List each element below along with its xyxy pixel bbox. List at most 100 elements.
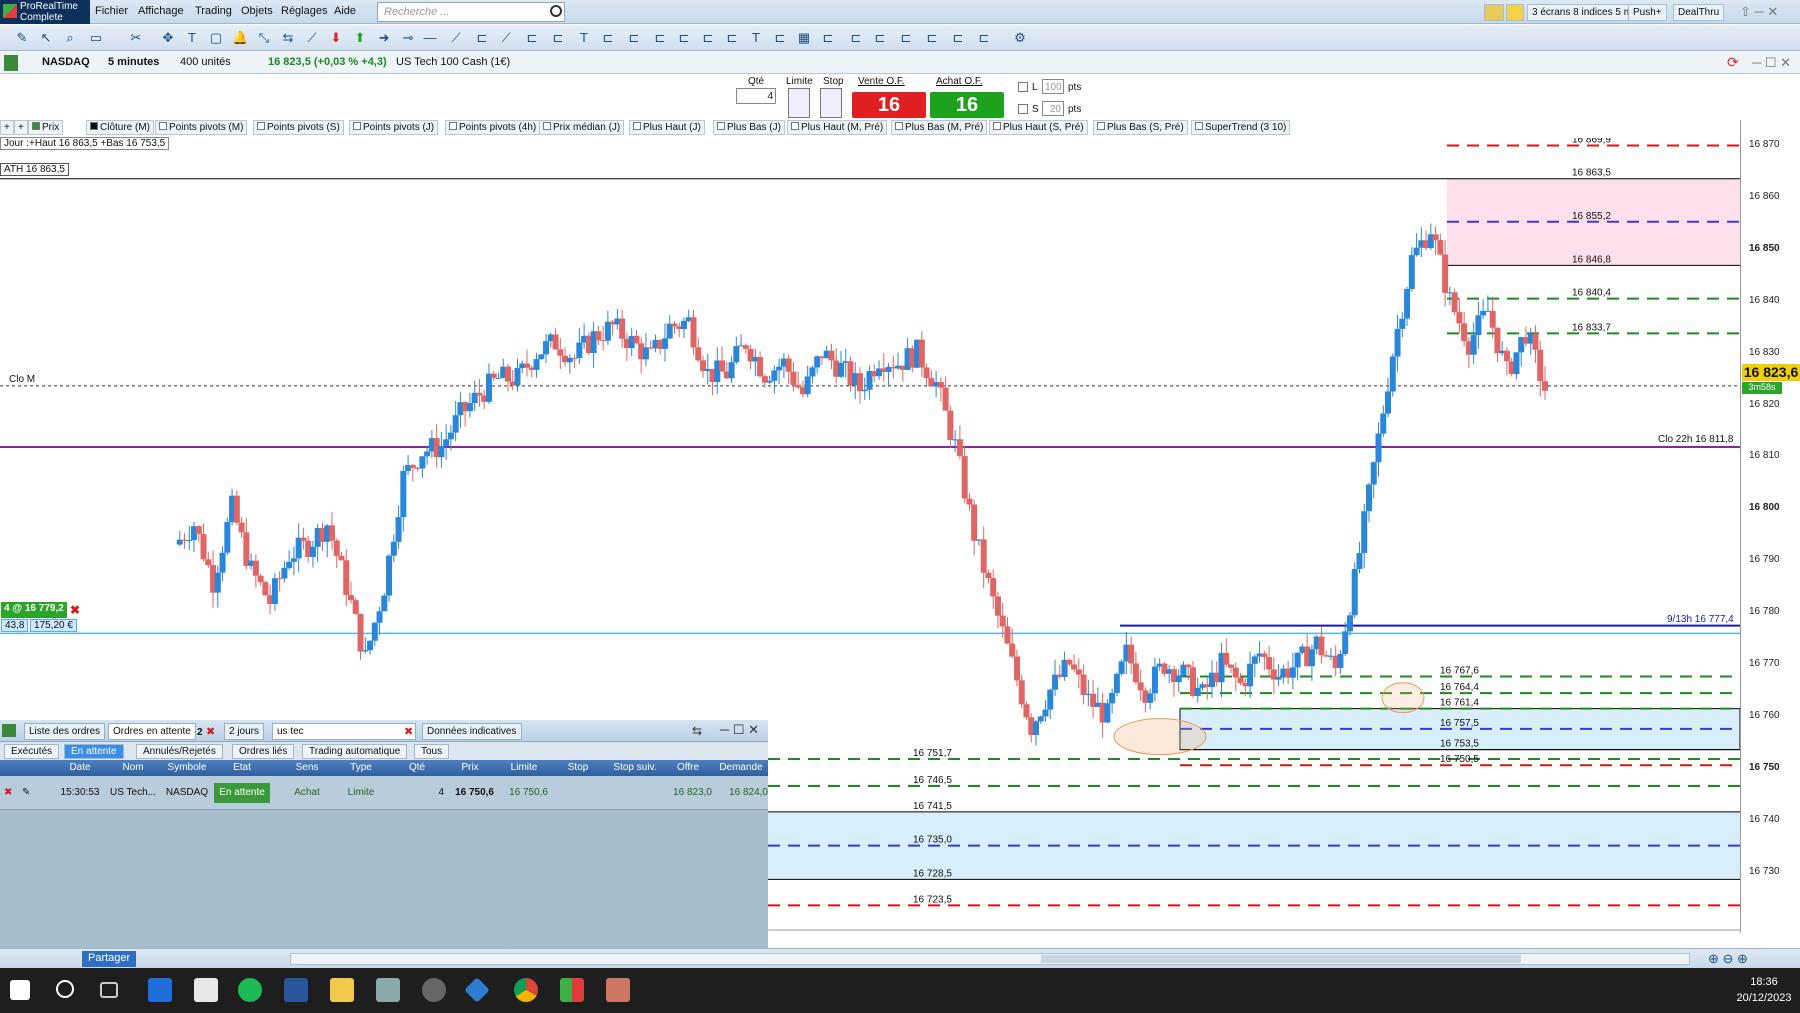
chart-window-controls-icon[interactable]: ─ ☐ ✕ [1752,55,1791,71]
spotify-icon[interactable] [238,978,262,1002]
column-header[interactable]: Type [334,762,388,773]
hline-icon[interactable]: ⊸ [400,30,416,46]
close-tab-icon[interactable]: ✖ [206,725,215,738]
orders-subtab[interactable]: Exécutés [4,744,60,759]
column-header[interactable]: Etat [214,762,270,773]
indicator-tab[interactable]: Plus Bas (S, Pré) [1093,120,1188,135]
line-icon[interactable]: ⟋ [304,30,320,46]
projection-icon[interactable]: ⊏ [898,30,914,46]
channel-icon[interactable]: ⊏ [474,30,490,46]
orders-subtab[interactable]: En attente [64,744,124,759]
pattern-icon[interactable]: ⊏ [872,30,888,46]
l-input[interactable]: 100 [1042,79,1064,94]
wave-icon[interactable]: ⊏ [700,30,716,46]
limit-button[interactable] [788,88,810,118]
column-header[interactable]: Stop [552,762,604,773]
menu-aide[interactable]: Aide [334,5,356,17]
close-position-icon[interactable]: ✖ [70,603,80,617]
scrollbar-thumb[interactable] [1041,955,1521,963]
add-indicator-icon[interactable]: + [0,120,14,135]
indicator-tab[interactable]: Points pivots (M) [155,120,248,135]
scissors-icon[interactable]: ✂ [128,30,144,46]
down-arrow-icon[interactable]: ⬇ [328,30,344,46]
ray-icon[interactable]: ⟋ [498,30,514,46]
l-checkbox[interactable] [1018,82,1028,92]
window-controls-icon[interactable]: ⇧ ─ ✕ [1740,4,1778,20]
indicator-checkbox[interactable] [717,122,725,130]
menu-affichage[interactable]: Affichage [138,5,184,17]
ellipse-icon[interactable]: ⊏ [950,30,966,46]
game-icon[interactable] [606,978,630,1002]
task-view-icon[interactable] [100,982,118,998]
menu-fichier[interactable]: Fichier [95,5,128,17]
settings-icon[interactable]: ⚙ [1012,30,1028,46]
instrument-select[interactable]: NASDAQ [38,55,94,71]
panel-window-controls-icon[interactable]: ─ ☐ ✕ [720,722,759,738]
period-select[interactable]: 2 jours [224,723,265,740]
indicator-tab[interactable]: Points pivots (S) [253,120,344,135]
prorealtime-taskbar-icon[interactable] [560,978,584,1002]
gann-icon[interactable]: ⊏ [652,30,668,46]
folder-taskbar-icon[interactable] [194,978,218,1002]
menu-objets[interactable]: Objets [241,5,273,17]
indicator-checkbox[interactable] [159,122,167,130]
column-header[interactable]: Symbole [160,762,214,773]
file-explorer-icon[interactable] [330,978,354,1002]
clear-filter-icon[interactable]: ✖ [404,725,413,738]
buy-button[interactable]: 16 824,0 [930,92,1004,142]
label-icon[interactable]: T [576,30,592,46]
menu-trading[interactable]: Trading [195,5,232,17]
column-header[interactable]: Nom [106,762,160,773]
indicator-tab[interactable]: Points pivots (4h) [445,120,541,135]
app2-icon[interactable] [464,977,490,1003]
edit-order-icon[interactable]: ✎ [22,787,30,798]
indicator-checkbox[interactable] [257,122,265,130]
tab-pending-orders[interactable]: Ordres en attente [108,723,196,740]
qty-input[interactable]: 4 [736,88,776,104]
right-arrow-icon[interactable]: ➜ [376,30,392,46]
swap-icon[interactable]: ⇆ [280,30,296,46]
search-taskbar-icon[interactable] [56,980,74,998]
column-header[interactable]: Stop suiv. [606,762,664,773]
grid-icon[interactable]: ▦ [796,30,812,46]
s-checkbox[interactable] [1018,104,1028,114]
indicator-checkbox[interactable] [543,122,551,130]
indicator-tab[interactable]: Plus Haut (J) [629,120,705,135]
column-header[interactable]: Offre [664,762,712,773]
indicator-tab[interactable]: Points pivots (J) [349,120,439,135]
dealthru-button[interactable]: DealThru [1673,4,1725,21]
indicator-checkbox[interactable] [993,122,1001,130]
orders-subtab[interactable]: Ordres liés [232,744,295,759]
copy-icon[interactable]: ▢ [208,30,224,46]
tab-order-list[interactable]: Liste des ordres [24,723,106,740]
s-input[interactable]: 20 [1042,101,1064,116]
arc-icon[interactable]: ⊏ [626,30,642,46]
indicator-tab[interactable]: SuperTrend (3 10) [1191,120,1291,135]
trendline-icon[interactable]: ⟋ [448,30,464,46]
text-icon[interactable]: T [184,30,200,46]
indicator-checkbox[interactable] [1097,122,1105,130]
timeframe-select[interactable]: 5 minutes [104,55,163,71]
zoom-controls-icon[interactable]: ⊕ ⊖ ⊕ [1708,951,1748,967]
windows-start-icon[interactable] [10,980,30,1000]
rect-icon[interactable]: ⊏ [524,30,540,46]
ruler-icon[interactable]: ▭ [88,30,104,46]
move-icon[interactable]: ✥ [160,30,176,46]
column-header[interactable]: Date [54,762,106,773]
word-icon[interactable] [284,978,308,1002]
cycle-icon[interactable]: ⊏ [724,30,740,46]
price-axis[interactable]: 16 870 16 860 16 850 16 840 16 830 16 820 16 8… [1740,120,1800,933]
chrome-icon[interactable] [514,978,538,1002]
orders-subtab[interactable]: Tous [414,744,450,759]
draw-tools-icon[interactable] [1484,4,1504,21]
column-header[interactable]: Sens [276,762,338,773]
settings-taskbar-icon[interactable] [422,978,446,1002]
share-button[interactable]: Partager [82,951,137,967]
zone-icon[interactable]: ⊏ [848,30,864,46]
pointer-icon[interactable]: ↖ [38,30,54,46]
fib-icon[interactable]: ⊏ [550,30,566,46]
filter-input[interactable]: us tec [272,723,416,740]
poly-icon[interactable]: ⊏ [976,30,992,46]
refresh-icon[interactable]: ⟳ [1727,54,1743,70]
zoom-icon[interactable]: ⌕ [62,30,78,46]
